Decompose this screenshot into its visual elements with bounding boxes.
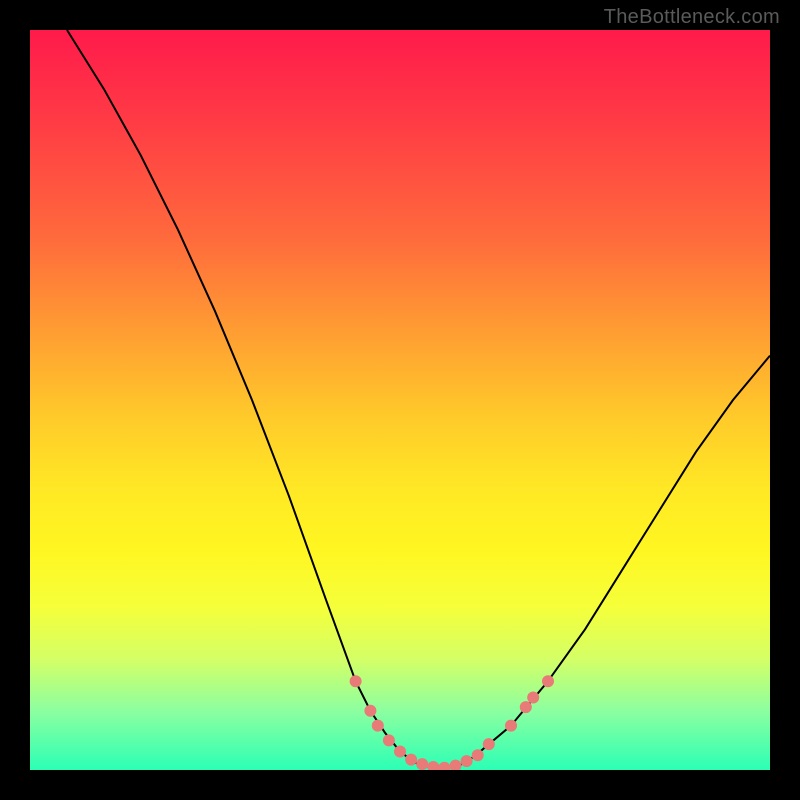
chart-curve xyxy=(67,30,770,769)
plot-area xyxy=(30,30,770,770)
data-marker xyxy=(364,705,376,717)
chart-svg xyxy=(30,30,770,770)
data-marker xyxy=(542,675,554,687)
data-marker xyxy=(394,746,406,758)
data-marker xyxy=(483,738,495,750)
data-marker xyxy=(350,675,362,687)
data-marker xyxy=(450,760,462,770)
data-marker xyxy=(472,749,484,761)
data-marker xyxy=(461,755,473,767)
data-marker xyxy=(438,762,450,770)
data-marker xyxy=(527,692,539,704)
chart-frame: TheBottleneck.com xyxy=(0,0,800,800)
data-marker xyxy=(416,758,428,770)
data-marker xyxy=(383,734,395,746)
data-marker xyxy=(372,720,384,732)
data-marker xyxy=(505,720,517,732)
data-marker xyxy=(427,761,439,770)
chart-markers xyxy=(350,675,554,770)
data-marker xyxy=(405,754,417,766)
watermark-text: TheBottleneck.com xyxy=(604,6,780,29)
data-marker xyxy=(520,701,532,713)
